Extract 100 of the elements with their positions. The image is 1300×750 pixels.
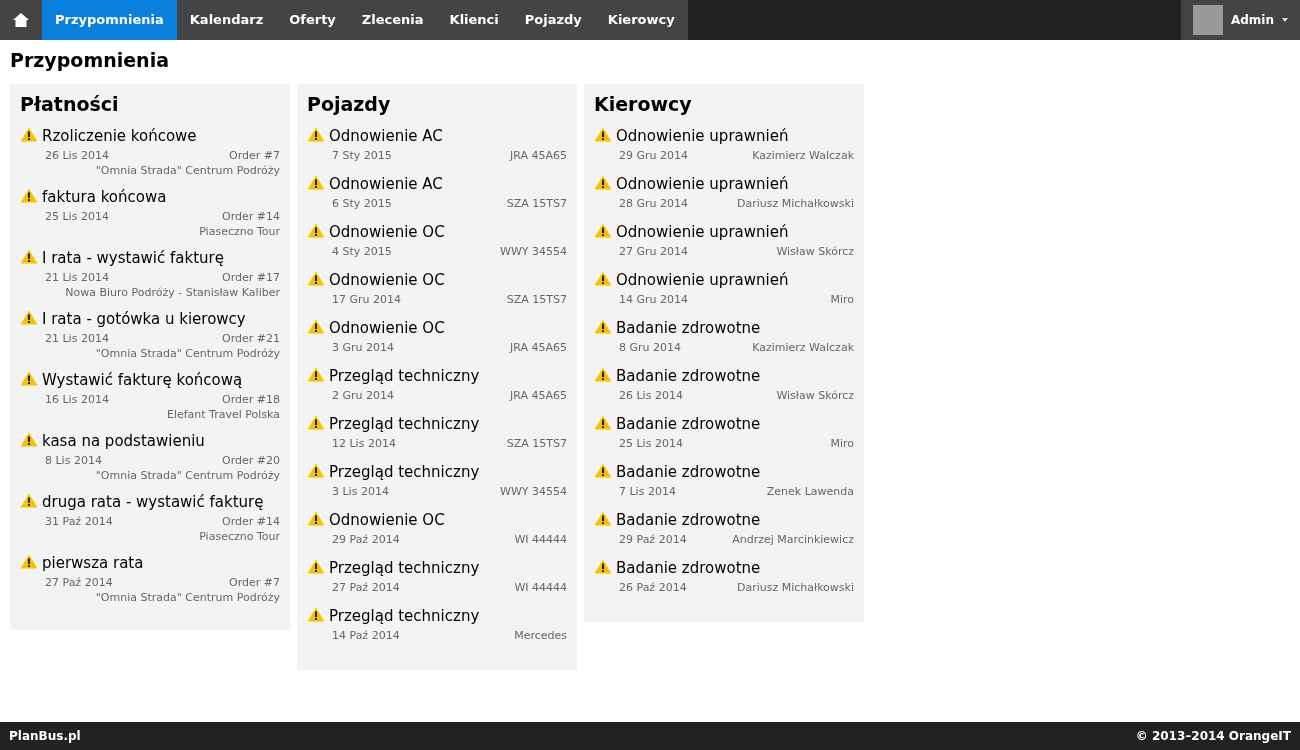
panel-title: Pojazdy bbox=[307, 92, 392, 116]
nav-tab[interactable]: Kierowcy bbox=[594, 0, 688, 40]
reminder-reference: Dariusz Michałkowski bbox=[736, 580, 854, 596]
warning-icon bbox=[307, 559, 325, 574]
reminder-title: Badanie zdrowotne bbox=[616, 510, 761, 530]
reminder-title: Badanie zdrowotne bbox=[616, 558, 761, 578]
warning-icon bbox=[594, 367, 612, 382]
nav-tab[interactable]: Klienci bbox=[436, 0, 512, 40]
reminder-title: I rata - wystawić fakturę bbox=[42, 248, 224, 268]
copyright-text: © 2013–2014 OrangeIT bbox=[1135, 728, 1291, 745]
reminder-title: Badanie zdrowotne bbox=[616, 318, 761, 338]
caret-icon bbox=[1282, 18, 1288, 22]
nav-tab[interactable]: Pojazdy bbox=[511, 0, 595, 40]
warning-icon bbox=[307, 271, 325, 286]
reminder-date: 27 Paź 2014 bbox=[332, 580, 400, 596]
client-name: "Omnia Strada" Centrum Podróży bbox=[95, 469, 280, 482]
reminder-title: Badanie zdrowotne bbox=[616, 462, 761, 482]
warning-icon bbox=[307, 319, 325, 334]
reminder-title: I rata - gotówka u kierowcy bbox=[42, 309, 246, 329]
reminder-date: 21 Lis 2014 bbox=[45, 331, 109, 347]
warning-icon bbox=[20, 188, 38, 203]
warning-icon bbox=[307, 175, 325, 190]
reminder-title: druga rata - wystawić fakturę bbox=[42, 492, 264, 512]
reminder-reference: Kazimierz Walczak bbox=[752, 340, 854, 356]
reminder-date: 14 Paź 2014 bbox=[332, 628, 400, 644]
panel-title: Płatności bbox=[20, 92, 120, 116]
reminder-title: Przegląd techniczny bbox=[329, 366, 480, 386]
user-name: Admin bbox=[1230, 12, 1274, 29]
reminder-reference: SZA 15TS7 bbox=[506, 436, 567, 452]
reminder-title: Odnowienie uprawnień bbox=[616, 126, 789, 146]
warning-icon bbox=[20, 310, 38, 325]
reminder-date: 29 Paź 2014 bbox=[619, 532, 687, 548]
nav-tab[interactable]: Zlecenia bbox=[348, 0, 437, 40]
reminder-reference: WWY 34554 bbox=[500, 484, 567, 500]
nav-tab[interactable]: Kalendarz bbox=[176, 0, 277, 40]
reminder-title: Odnowienie uprawnień bbox=[616, 270, 789, 290]
reminder-title: Odnowienie OC bbox=[329, 318, 445, 338]
reminder-date: 12 Lis 2014 bbox=[332, 436, 396, 452]
reminder-reference: Kazimierz Walczak bbox=[752, 148, 854, 164]
reminder-date: 26 Lis 2014 bbox=[619, 388, 683, 404]
nav-tab[interactable]: Przypomnienia bbox=[42, 0, 177, 40]
warning-icon bbox=[594, 223, 612, 238]
reminder-date: 17 Gru 2014 bbox=[332, 292, 401, 308]
reminder-reference: SZA 15TS7 bbox=[506, 196, 567, 212]
client-name: "Omnia Strada" Centrum Podróży bbox=[95, 591, 280, 604]
reminder-reference: Order #14 bbox=[222, 209, 280, 225]
reminder-reference: Order #7 bbox=[229, 575, 280, 591]
reminder-title: Odnowienie OC bbox=[329, 222, 445, 242]
warning-icon bbox=[594, 511, 612, 526]
reminder-reference: Wisław Skórcz bbox=[776, 244, 854, 260]
reminder-title: Odnowienie OC bbox=[329, 270, 445, 290]
reminder-title: Przegląd techniczny bbox=[329, 558, 480, 578]
reminder-date: 4 Sty 2015 bbox=[332, 244, 392, 260]
warning-icon bbox=[307, 367, 325, 382]
warning-icon bbox=[307, 607, 325, 622]
client-name: Nowa Biuro Podróży - Stanisław Kaliber bbox=[65, 286, 280, 299]
warning-icon bbox=[307, 463, 325, 478]
reminder-title: kasa na podstawieniu bbox=[42, 431, 205, 451]
reminder-title: Przegląd techniczny bbox=[329, 462, 480, 482]
reminder-reference: Order #14 bbox=[222, 514, 280, 530]
reminder-reference: Order #17 bbox=[222, 270, 280, 286]
reminder-title: Wystawić fakturę końcową bbox=[42, 370, 243, 390]
reminder-title: Przegląd techniczny bbox=[329, 414, 480, 434]
reminder-reference: Miro bbox=[830, 436, 854, 452]
reminder-date: 21 Lis 2014 bbox=[45, 270, 109, 286]
nav-tab[interactable]: Oferty bbox=[276, 0, 349, 40]
warning-icon bbox=[594, 415, 612, 430]
reminder-title: faktura końcowa bbox=[42, 187, 167, 207]
reminder-title: pierwsza rata bbox=[42, 553, 144, 573]
reminder-date: 2 Gru 2014 bbox=[332, 388, 394, 404]
warning-icon bbox=[307, 511, 325, 526]
warning-icon bbox=[594, 271, 612, 286]
reminder-reference: JRA 45A65 bbox=[510, 388, 567, 404]
warning-icon bbox=[594, 463, 612, 478]
reminder-reference: SZA 15TS7 bbox=[506, 292, 567, 308]
client-name: Elefant Travel Polska bbox=[166, 408, 280, 421]
reminder-date: 8 Lis 2014 bbox=[45, 453, 102, 469]
reminder-date: 29 Paź 2014 bbox=[332, 532, 400, 548]
reminder-title: Przegląd techniczny bbox=[329, 606, 480, 626]
reminder-reference: Dariusz Michałkowski bbox=[736, 196, 854, 212]
warning-icon bbox=[20, 249, 38, 264]
reminder-date: 16 Lis 2014 bbox=[45, 392, 109, 408]
reminder-reference: WWY 34554 bbox=[500, 244, 567, 260]
reminder-date: 26 Paź 2014 bbox=[619, 580, 687, 596]
reminder-reference: Order #20 bbox=[222, 453, 280, 469]
reminder-reference: JRA 45A65 bbox=[510, 148, 567, 164]
reminder-date: 8 Gru 2014 bbox=[619, 340, 681, 356]
reminder-reference: Mercedes bbox=[514, 628, 567, 644]
reminder-date: 28 Gru 2014 bbox=[619, 196, 688, 212]
reminder-title: Rzoliczenie końcowe bbox=[42, 126, 197, 146]
reminder-title: Badanie zdrowotne bbox=[616, 414, 761, 434]
reminder-title: Odnowienie uprawnień bbox=[616, 174, 789, 194]
reminder-date: 3 Gru 2014 bbox=[332, 340, 394, 356]
client-name: Piaseczno Tour bbox=[199, 225, 280, 238]
user-menu[interactable]: Admin bbox=[1180, 0, 1300, 40]
reminder-title: Odnowienie AC bbox=[329, 174, 443, 194]
avatar-placeholder bbox=[1192, 5, 1223, 35]
reminder-reference: Order #7 bbox=[229, 148, 280, 164]
reminder-reference: Zenek Lawenda bbox=[766, 484, 854, 500]
warning-icon bbox=[307, 127, 325, 142]
